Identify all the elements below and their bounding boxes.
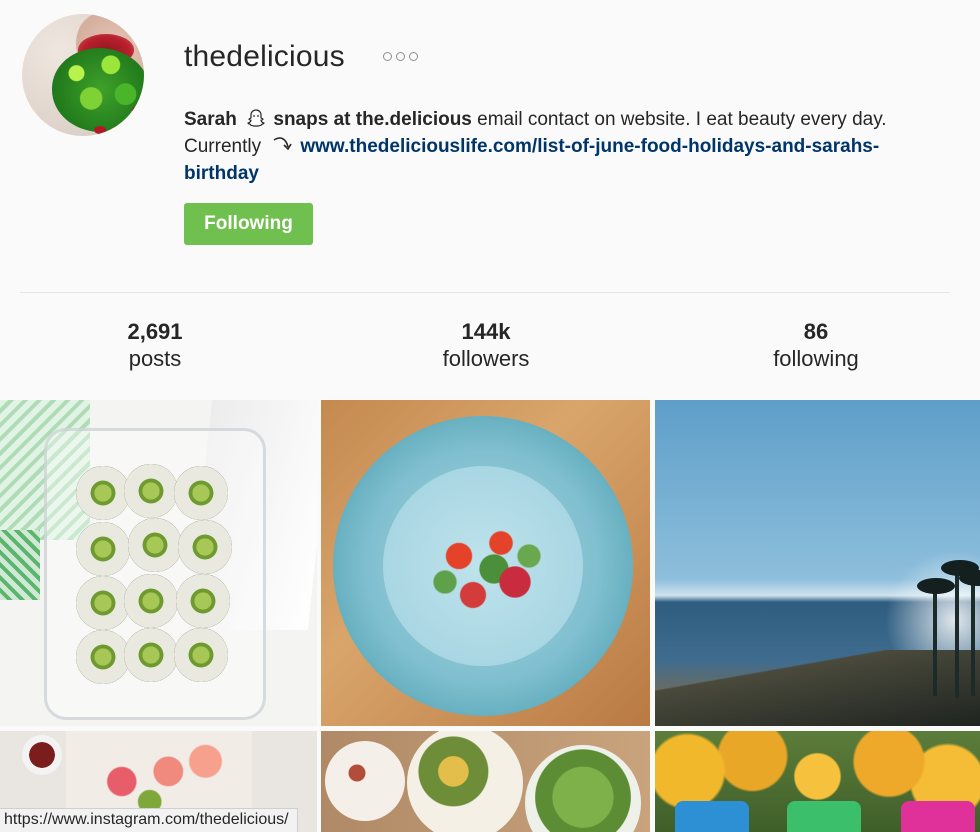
snapchat-ghost-icon <box>247 109 265 127</box>
sushi-roll <box>124 574 178 628</box>
header-divider <box>20 292 950 293</box>
palm-tree <box>933 586 937 696</box>
curved-arrow-icon <box>273 137 293 151</box>
sushi-roll <box>76 522 130 576</box>
sushi-roll <box>174 466 228 520</box>
stat-following-count: 86 <box>803 319 829 344</box>
dot <box>396 52 405 61</box>
sushi-roll <box>174 628 228 682</box>
stat-following[interactable]: 86 following <box>716 318 916 372</box>
basket <box>675 801 749 832</box>
post-thumbnail-beach[interactable] <box>655 400 980 726</box>
following-button[interactable]: Following <box>184 203 313 245</box>
sushi-roll <box>176 574 230 628</box>
stat-posts: 2,691 posts <box>55 318 255 372</box>
plate <box>325 741 405 821</box>
palm-tree <box>971 576 975 696</box>
avatar-broccoli <box>52 48 144 132</box>
palm-frond <box>917 578 955 594</box>
bio-snap-handle: snaps at the.delicious <box>273 109 472 130</box>
profile-avatar[interactable] <box>22 14 144 136</box>
tea-cup <box>22 735 62 775</box>
stat-followers[interactable]: 144k followers <box>386 318 586 372</box>
sushi-roll <box>76 466 130 520</box>
basket <box>787 801 861 832</box>
dot <box>383 52 392 61</box>
sushi-roll <box>76 630 130 684</box>
dot <box>409 52 418 61</box>
post-thumbnail-squash-blossoms[interactable] <box>655 731 980 832</box>
sushi-roll <box>124 628 178 682</box>
stat-following-label: following <box>773 346 859 371</box>
stat-followers-label: followers <box>442 346 530 371</box>
sushi-roll <box>76 576 130 630</box>
avatar-nail <box>132 106 144 114</box>
post-thumbnail-plates[interactable] <box>321 731 650 832</box>
avatar-nail <box>94 126 106 134</box>
shoreline <box>655 650 980 726</box>
basket <box>901 801 975 832</box>
stat-posts-count: 2,691 <box>127 319 183 344</box>
bio-name: Sarah <box>184 109 237 130</box>
post-thumbnail-bowl[interactable] <box>321 400 650 726</box>
profile-username: thedelicious <box>184 40 345 73</box>
profile-bio: Sarah snaps at the.delicious email conta… <box>184 106 944 187</box>
status-bar-url: https://www.instagram.com/thedelicious/ <box>0 808 298 832</box>
sushi-roll <box>124 464 178 518</box>
salad-bowl <box>525 745 641 832</box>
palm-tree <box>955 568 959 698</box>
more-options-icon[interactable] <box>383 52 418 61</box>
decor-stripe <box>0 530 40 600</box>
sushi-roll <box>128 518 182 572</box>
plate <box>407 731 523 832</box>
sushi-roll <box>178 520 232 574</box>
stat-posts-label: posts <box>128 346 182 371</box>
stat-followers-count: 144k <box>461 319 511 344</box>
post-thumbnail-sushi[interactable] <box>0 400 317 726</box>
bowl-food <box>417 504 557 634</box>
